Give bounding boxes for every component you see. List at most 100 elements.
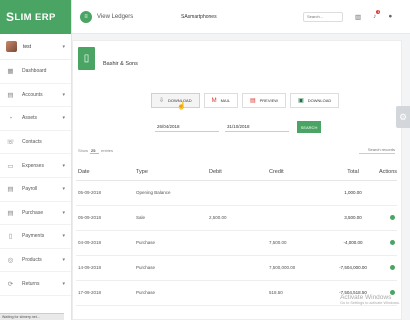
download-excel-label: DOWNLOAD	[307, 98, 332, 103]
user-name: test	[23, 43, 32, 50]
returns-icon: ⟳	[7, 280, 14, 288]
entries-select[interactable]	[90, 147, 100, 154]
preview-button[interactable]: ▤ PREVIEW	[241, 93, 287, 108]
cell-date: 17-09-2018	[76, 280, 134, 306]
mail-button[interactable]: M MAIL	[203, 93, 238, 108]
assets-icon: ◔	[8, 114, 13, 122]
sidebar-item-expenses[interactable]: ▭ Expenses ▾	[0, 154, 71, 178]
cell-type: Sale	[134, 205, 207, 231]
company-name: SAsmartphones	[181, 13, 217, 20]
ledger-table: Date Type Debit Credit Total Actions 05-…	[76, 165, 397, 306]
table-row: 14-09-2018 Purchase 7,500,000.00 -7,504,000…	[76, 255, 397, 281]
search-input[interactable]	[303, 11, 343, 22]
cell-total: -4,000.00	[329, 230, 377, 256]
col-debit[interactable]: Debit	[207, 165, 267, 181]
settings-gear-icon[interactable]: ⚙	[396, 106, 410, 128]
view-icon[interactable]	[390, 239, 395, 245]
cell-debit	[207, 280, 267, 306]
sidebar-item-label: Products	[22, 257, 42, 264]
table-row: 05-09-2018 Sale 2,500.00 3,500.00	[76, 205, 397, 231]
cell-credit: 7,500,000.00	[267, 255, 329, 281]
table-body: 05-09-2018 Opening Balance 1,000.00 05-09-2…	[76, 180, 397, 306]
chevron-down-icon: ▾	[62, 280, 65, 287]
brand-name: LIM ERP	[14, 11, 56, 23]
sidebar-item-label: Contacts	[22, 139, 42, 146]
payroll-icon: ▤	[7, 186, 14, 194]
bell-icon[interactable]: ♪ 1	[373, 10, 381, 20]
menu-toggle-icon[interactable]: ≡	[80, 10, 92, 23]
cell-date: 05-09-2018	[76, 205, 134, 231]
cell-type: Purchase	[134, 230, 207, 256]
cell-total: -7,504,000.00	[329, 255, 377, 281]
view-icon[interactable]	[390, 214, 395, 220]
sidebar-item-assets[interactable]: ◔ Assets ▾	[0, 107, 71, 131]
activate-windows-watermark: Activate Windows Go to Settings to activ…	[340, 294, 400, 305]
cell-debit	[207, 230, 267, 256]
browser-status-bar: Waiting for slimerp.net...	[0, 313, 64, 320]
cell-type: Purchase	[134, 280, 207, 306]
sidebar-item-payroll[interactable]: ▤ Payroll ▾	[0, 178, 71, 202]
sidebar-item-purchase[interactable]: ▤ Purchase ▾	[0, 202, 71, 226]
sidebar-item-accounts[interactable]: ▤ Accounts ▾	[0, 84, 71, 108]
payments-icon: ▯	[8, 233, 13, 241]
cell-actions	[377, 230, 397, 256]
page-title: View Ledgers	[97, 13, 134, 20]
sidebar-item-label: Payments	[22, 233, 45, 240]
cell-total: 3,500.00	[329, 205, 377, 231]
ledger-name: Bashir & Sons	[103, 61, 138, 67]
sidebar-item-label: Purchase	[22, 209, 44, 216]
cell-actions	[377, 205, 397, 231]
col-credit[interactable]: Credit	[267, 165, 329, 181]
chevron-down-icon: ▾	[62, 209, 65, 216]
col-total[interactable]: Total	[329, 165, 377, 181]
table-search-input[interactable]	[359, 145, 395, 154]
col-date[interactable]: Date	[76, 165, 134, 181]
dashboard-icon: ▦	[7, 68, 14, 76]
table-header-row: Date Type Debit Credit Total Actions	[76, 165, 397, 181]
sidebar-item-products[interactable]: ◎ Products ▾	[0, 249, 71, 273]
user-icon[interactable]: ●	[388, 13, 392, 20]
sidebar-nav: ▦ Dashboard ▤ Accounts ▾ ◔ Assets ▾ ☏ Contacts ▭ Ex…	[0, 60, 71, 296]
chevron-down-icon: ▾	[62, 233, 65, 240]
expenses-icon: ▭	[7, 162, 14, 170]
cell-type: Purchase	[134, 255, 207, 281]
gmail-icon: M	[211, 97, 217, 104]
date-search-button[interactable]: SEARCH	[297, 121, 321, 133]
download-pdf-button[interactable]: ⇩ DOWNLOAD	[151, 93, 200, 108]
from-date-input[interactable]	[155, 122, 219, 132]
download-icon: ⇩	[159, 98, 165, 104]
mouse-cursor-icon: ☝	[177, 103, 186, 110]
chevron-down-icon: ▾	[62, 162, 65, 169]
sidebar-item-label: Returns	[22, 280, 40, 287]
sidebar-item-contacts[interactable]: ☏ Contacts	[0, 131, 71, 155]
sidebar-item-label: Expenses	[22, 162, 44, 169]
pdf-icon: ▤	[249, 98, 256, 104]
cell-credit	[267, 205, 329, 231]
col-type[interactable]: Type	[134, 165, 207, 181]
table-row: 04-09-2018 Purchase 7,500.00 -4,000.00	[76, 230, 397, 256]
cell-debit	[207, 180, 267, 206]
contacts-icon: ☏	[6, 139, 15, 147]
cell-credit: 7,500.00	[267, 230, 329, 256]
cell-debit: 2,500.00	[207, 205, 267, 231]
watermark-subtitle: Go to Settings to activate Windows.	[340, 300, 400, 305]
brand-initial: S	[6, 10, 15, 24]
sidebar-item-dashboard[interactable]: ▦ Dashboard	[0, 60, 71, 84]
sidebar-item-returns[interactable]: ⟳ Returns ▾	[0, 272, 71, 296]
date-filter: SEARCH	[155, 121, 321, 133]
sidebar-item-label: Payroll	[22, 186, 38, 193]
cell-date: 04-09-2018	[76, 230, 134, 256]
user-profile[interactable]: test ▾	[0, 34, 71, 60]
col-actions: Actions	[377, 165, 397, 181]
sidebar-item-label: Assets	[22, 115, 38, 122]
sidebar-item-payments[interactable]: ▯ Payments ▾	[0, 225, 71, 249]
sidebar: S LIM ERP test ▾ ▦ Dashboard ▤ Accounts ▾ ◔ Ass…	[0, 0, 72, 320]
cell-credit: 518.50	[267, 280, 329, 306]
cell-date: 14-09-2018	[76, 255, 134, 281]
view-icon[interactable]	[390, 264, 395, 270]
brand-logo[interactable]: S LIM ERP	[0, 0, 71, 34]
download-excel-button[interactable]: ▣ DOWNLOAD	[290, 93, 340, 108]
show-label: Show	[78, 148, 89, 153]
calculator-icon[interactable]: ▥	[355, 13, 361, 21]
to-date-input[interactable]	[225, 122, 289, 132]
